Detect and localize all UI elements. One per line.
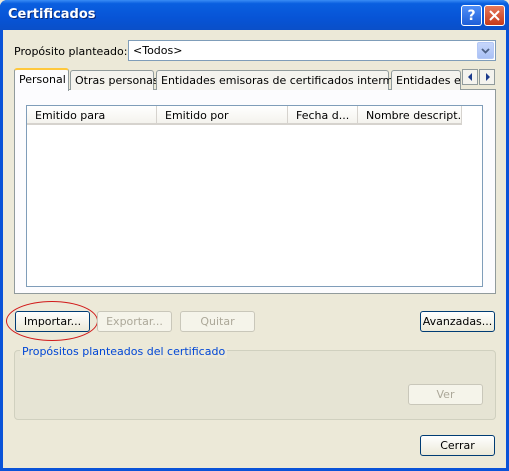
purpose-dropdown-button[interactable]: [477, 42, 494, 59]
tab-label: Entidades emi: [396, 74, 461, 87]
column-issued-by[interactable]: Emitido por: [157, 106, 288, 125]
purpose-label: Propósito planteado:: [14, 45, 128, 58]
chevron-down-icon: [481, 47, 490, 54]
view-button[interactable]: Ver: [408, 384, 483, 405]
help-icon: ?: [467, 7, 476, 24]
remove-button[interactable]: Quitar: [180, 311, 255, 332]
column-expiration-date[interactable]: Fecha d...: [288, 106, 358, 125]
column-issued-to[interactable]: Emitido para: [27, 106, 157, 125]
column-label: Fecha d...: [296, 109, 350, 122]
tab-personal[interactable]: Personal: [14, 68, 69, 91]
tab-scroll-left-button[interactable]: [462, 69, 478, 85]
help-button[interactable]: ?: [461, 5, 482, 26]
column-label: Nombre descript...: [366, 109, 462, 122]
purpose-selected-value: <Todos>: [133, 44, 183, 57]
tab-strip: Personal Otras personas Entidades emisor…: [14, 68, 496, 91]
list-header: Emitido para Emitido por Fecha d... Nomb…: [27, 106, 482, 125]
tab-other-people[interactable]: Otras personas: [70, 70, 159, 90]
close-button-label: Cerrar: [440, 439, 475, 452]
tab-label: Otras personas: [75, 74, 159, 87]
import-button-label: Importar...: [23, 315, 82, 328]
window-title: Certificados: [8, 7, 96, 22]
advanced-button[interactable]: Avanzadas...: [420, 311, 495, 332]
chevron-right-icon: [485, 73, 490, 81]
tab-scroll-right-button[interactable]: [479, 69, 495, 85]
title-bar[interactable]: Certificados ?: [0, 0, 509, 30]
export-button-label: Exportar...: [106, 315, 163, 328]
tab-root-cas[interactable]: Entidades emi: [391, 70, 461, 90]
certificate-list[interactable]: Emitido para Emitido por Fecha d... Nomb…: [26, 105, 483, 287]
import-button[interactable]: Importar...: [15, 311, 90, 332]
column-label: Emitido por: [165, 109, 229, 122]
close-window-button[interactable]: [484, 5, 505, 26]
remove-button-label: Quitar: [200, 315, 235, 328]
column-friendly-name[interactable]: Nombre descript...: [358, 106, 462, 125]
tab-label: Personal: [19, 73, 66, 86]
close-icon: [489, 10, 500, 21]
chevron-left-icon: [467, 73, 472, 81]
certificate-purposes-group-label: Propósitos planteados del certificado: [20, 345, 228, 358]
advanced-button-label: Avanzadas...: [422, 315, 493, 328]
tab-intermediate-cas[interactable]: Entidades emisoras de certificados inter…: [156, 70, 423, 90]
export-button[interactable]: Exportar...: [97, 311, 172, 332]
purpose-select[interactable]: <Todos>: [128, 40, 496, 61]
column-label: Emitido para: [35, 109, 106, 122]
view-button-label: Ver: [436, 388, 455, 401]
close-button[interactable]: Cerrar: [420, 435, 495, 456]
tab-label: Entidades emisoras de certificados inter…: [161, 74, 423, 87]
